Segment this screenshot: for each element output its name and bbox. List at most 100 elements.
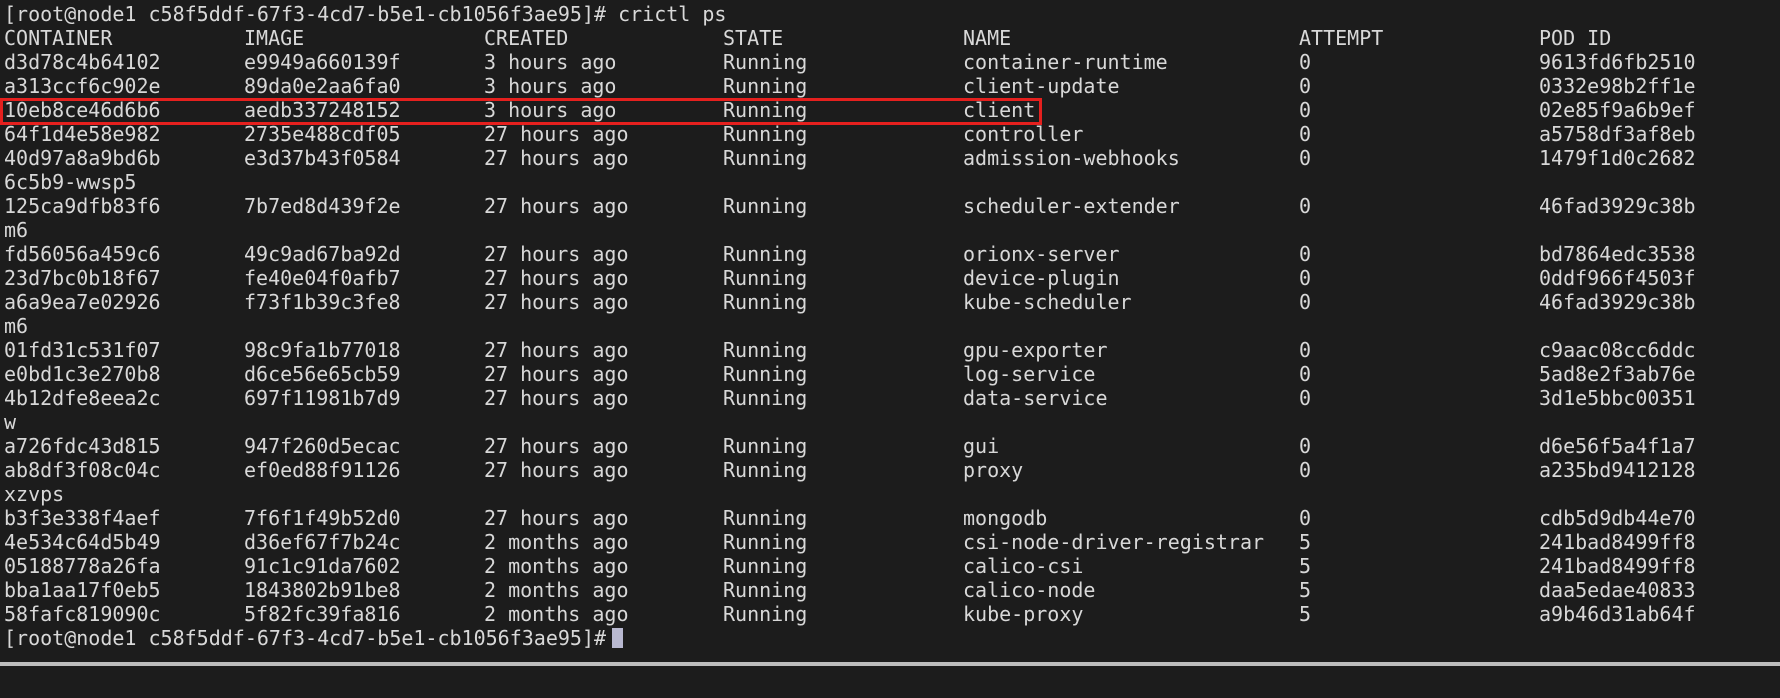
cell-created: 2 months ago xyxy=(484,602,629,626)
cell-container: e0bd1c3e270b8 xyxy=(4,362,161,386)
cell-pod-id: 1479f1d0c2682 xyxy=(1539,146,1696,170)
cell-pod-id: a235bd9412128 xyxy=(1539,458,1696,482)
cell-image: 697f11981b7d9 xyxy=(244,386,401,410)
cell-created: 3 hours ago xyxy=(484,50,617,74)
cell-image: 91c1c91da7602 xyxy=(244,554,401,578)
cell-pod-id: c9aac08cc6ddc xyxy=(1539,338,1696,362)
cursor-block xyxy=(612,628,624,648)
cell-state: Running xyxy=(723,122,808,146)
cell-state: Running xyxy=(723,290,808,314)
table-header: CONTAINER IMAGE CREATED STATE NAME ATTEM… xyxy=(0,26,1780,50)
table-row: 58fafc819090c 5f82fc39fa816 2 months ago Ru… xyxy=(0,602,1780,626)
final-prompt-line[interactable]: [root@node1 c58f5ddf-67f3-4cd7-b5e1-cb10… xyxy=(0,626,1780,650)
cell-attempt: 0 xyxy=(1299,242,1312,266)
table-row: 10eb8ce46d6b6 aedb337248152 3 hours ago Run… xyxy=(0,98,1780,122)
header-created: CREATED xyxy=(484,26,569,50)
cell-name: data-service xyxy=(963,386,1108,410)
terminal-window[interactable]: [root@node1 c58f5ddf-67f3-4cd7-b5e1-cb10… xyxy=(0,0,1780,666)
cell-created: 27 hours ago xyxy=(484,194,629,218)
table-body: d3d78c4b64102 e9949a660139f 3 hours ago Run… xyxy=(0,50,1780,626)
cell-image: d36ef67f7b24c xyxy=(244,530,401,554)
cell-state: Running xyxy=(723,194,808,218)
cell-attempt: 5 xyxy=(1299,578,1312,602)
cell-attempt: 5 xyxy=(1299,602,1312,626)
cell-attempt: 0 xyxy=(1299,338,1312,362)
horizontal-scrollbar[interactable] xyxy=(0,662,1780,666)
cell-state: Running xyxy=(723,578,808,602)
cell-state: Running xyxy=(723,362,808,386)
cell-name: kube-scheduler xyxy=(963,290,1132,314)
cell-container: b3f3e338f4aef xyxy=(4,506,161,530)
cell-name: kube-proxy xyxy=(963,602,1084,626)
final-prompt[interactable]: [root@node1 c58f5ddf-67f3-4cd7-b5e1-cb10… xyxy=(4,626,624,650)
cell-image: fe40e04f0afb7 xyxy=(244,266,401,290)
cell-created: 27 hours ago xyxy=(484,458,629,482)
cell-state: Running xyxy=(723,98,808,122)
cell-state: Running xyxy=(723,242,808,266)
cell-container: 4e534c64d5b49 xyxy=(4,530,161,554)
cell-attempt: 5 xyxy=(1299,530,1312,554)
cell-attempt: 0 xyxy=(1299,50,1312,74)
cell-pod-id: 241bad8499ff8 xyxy=(1539,554,1696,578)
cell-created: 27 hours ago xyxy=(484,242,629,266)
cell-state: Running xyxy=(723,554,808,578)
cell-created: 27 hours ago xyxy=(484,506,629,530)
cell-image: 2735e488cdf05 xyxy=(244,122,401,146)
cell-state: Running xyxy=(723,458,808,482)
table-row: a6a9ea7e02926 f73f1b39c3fe8 27 hours ago Ru… xyxy=(0,290,1780,314)
cell-name: device-plugin xyxy=(963,266,1120,290)
cell-pod-id: a5758df3af8eb xyxy=(1539,122,1696,146)
table-row: 40d97a8a9bd6b e3d37b43f0584 27 hours ago Ru… xyxy=(0,146,1780,170)
cell-attempt: 0 xyxy=(1299,290,1312,314)
cell-image: 49c9ad67ba92d xyxy=(244,242,401,266)
cell-image: 947f260d5ecac xyxy=(244,434,401,458)
table-row: fd56056a459c6 49c9ad67ba92d 27 hours ago Ru… xyxy=(0,242,1780,266)
cell-attempt: 0 xyxy=(1299,74,1312,98)
cell-container: 05188778a26fa xyxy=(4,554,161,578)
header-name: NAME xyxy=(963,26,1012,50)
cell-name: calico-node xyxy=(963,578,1096,602)
table-row: 01fd31c531f07 98c9fa1b77018 27 hours ago Ru… xyxy=(0,338,1780,362)
cell-state: Running xyxy=(723,146,808,170)
cell-name: log-service xyxy=(963,362,1096,386)
cell-created: 3 hours ago xyxy=(484,98,617,122)
table-row-wrap: xzvps xyxy=(0,482,1780,506)
cell-pod-id: 02e85f9a6b9ef xyxy=(1539,98,1696,122)
cell-created: 27 hours ago xyxy=(484,338,629,362)
cell-created: 3 hours ago xyxy=(484,74,617,98)
pod-id-overflow: 6c5b9-wwsp5 xyxy=(4,170,137,194)
cell-attempt: 0 xyxy=(1299,266,1312,290)
cell-image: 7b7ed8d439f2e xyxy=(244,194,401,218)
table-row-wrap: 6c5b9-wwsp5 xyxy=(0,170,1780,194)
table-row: 4b12dfe8eea2c 697f11981b7d9 27 hours ago Ru… xyxy=(0,386,1780,410)
cell-container: bba1aa17f0eb5 xyxy=(4,578,161,602)
cell-pod-id: 0332e98b2ff1e xyxy=(1539,74,1696,98)
cell-created: 27 hours ago xyxy=(484,386,629,410)
cell-container: 01fd31c531f07 xyxy=(4,338,161,362)
cell-pod-id: bd7864edc3538 xyxy=(1539,242,1696,266)
cell-created: 27 hours ago xyxy=(484,362,629,386)
cell-pod-id: 46fad3929c38b xyxy=(1539,290,1696,314)
cell-name: calico-csi xyxy=(963,554,1084,578)
cell-container: 40d97a8a9bd6b xyxy=(4,146,161,170)
pod-id-overflow: m6 xyxy=(4,314,29,338)
cell-attempt: 0 xyxy=(1299,146,1312,170)
header-container: CONTAINER xyxy=(4,26,113,50)
command-prompt: [root@node1 c58f5ddf-67f3-4cd7-b5e1-cb10… xyxy=(4,2,727,26)
table-row: a726fdc43d815 947f260d5ecac 27 hours ago Ru… xyxy=(0,434,1780,458)
table-row: b3f3e338f4aef 7f6f1f49b52d0 27 hours ago Ru… xyxy=(0,506,1780,530)
cell-image: 98c9fa1b77018 xyxy=(244,338,401,362)
cell-name: mongodb xyxy=(963,506,1048,530)
cell-created: 27 hours ago xyxy=(484,122,629,146)
cell-container: a313ccf6c902e xyxy=(4,74,161,98)
cell-name: client-update xyxy=(963,74,1120,98)
cell-container: 125ca9dfb83f6 xyxy=(4,194,161,218)
cell-state: Running xyxy=(723,434,808,458)
cell-container: ab8df3f08c04c xyxy=(4,458,161,482)
cell-name: orionx-server xyxy=(963,242,1120,266)
cell-state: Running xyxy=(723,266,808,290)
cell-container: 4b12dfe8eea2c xyxy=(4,386,161,410)
cell-container: a6a9ea7e02926 xyxy=(4,290,161,314)
cell-state: Running xyxy=(723,506,808,530)
cell-image: e3d37b43f0584 xyxy=(244,146,401,170)
